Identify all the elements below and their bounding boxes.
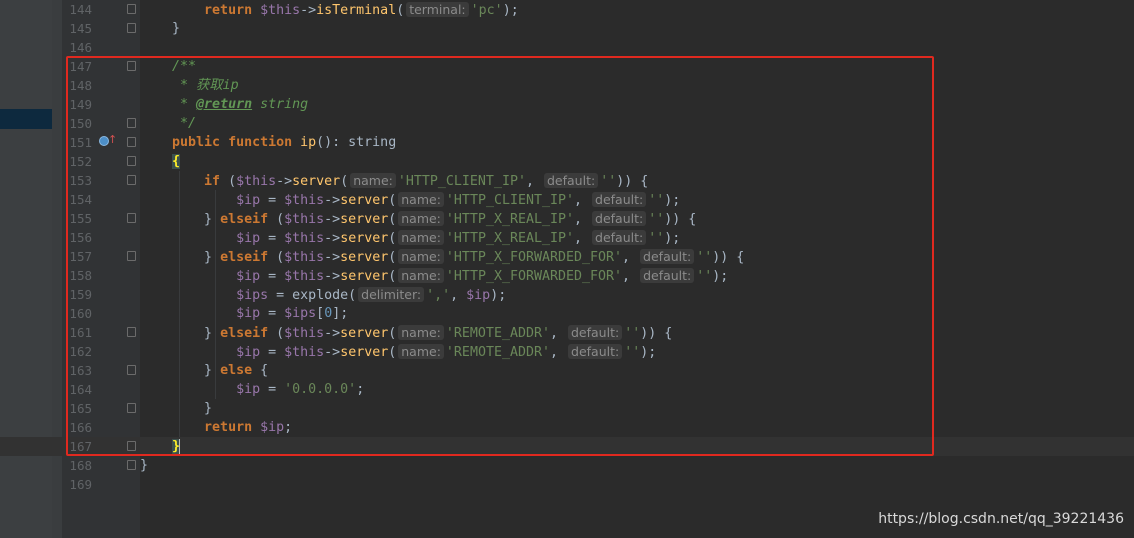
code-token: ); [502,3,519,18]
watermark: https://blog.csdn.net/qq_39221436 [878,511,1124,527]
code-token: -> [300,3,317,18]
line-number: 169 [69,477,92,492]
fold-marker-icon[interactable] [127,460,136,470]
code-token: 'pc' [470,3,503,18]
code-token: return [204,3,261,18]
code-token: } [140,21,181,36]
line-number: 144 [69,2,92,17]
line-number: 168 [69,458,92,473]
code-line[interactable]: 144 return $this->isTerminal(terminal:'p… [0,0,1134,19]
code-token: } [140,458,149,473]
code-text: } [140,456,148,475]
code-line[interactable]: 168} [0,456,1134,475]
fold-marker-icon[interactable] [127,4,136,14]
code-token: $this [260,3,301,18]
line-number: 145 [69,21,92,36]
parameter-hint: terminal: [406,2,469,17]
code-line[interactable]: 146 [0,38,1134,57]
highlight-box [66,56,934,456]
code-text: } [140,19,180,38]
fold-marker-icon[interactable] [127,23,136,33]
code-token: ( [396,3,405,18]
line-number: 146 [69,40,92,55]
code-line[interactable]: 145 } [0,19,1134,38]
code-token: isTerminal [316,3,397,18]
code-text: return $this->isTerminal(terminal:'pc'); [140,0,519,20]
code-line[interactable]: 169 [0,475,1134,494]
